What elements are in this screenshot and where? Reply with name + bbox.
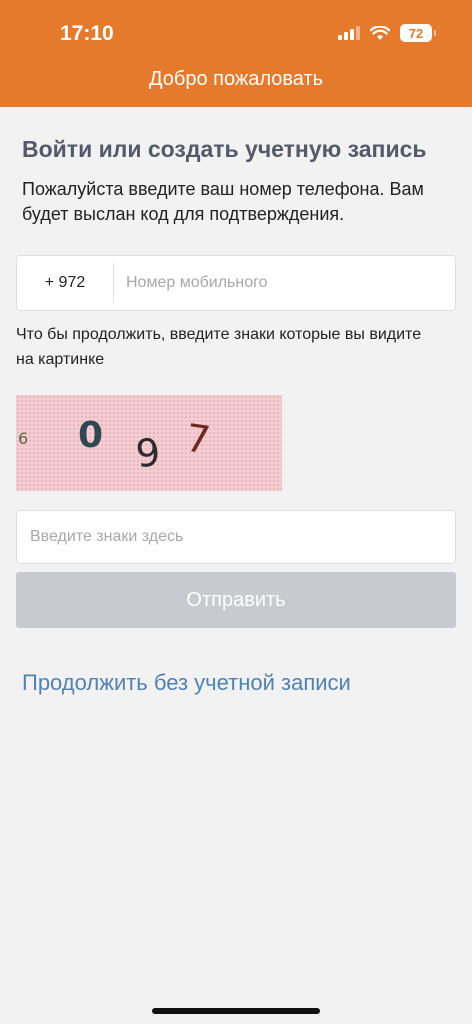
- battery-icon: 72: [400, 24, 436, 42]
- signal-icon: [338, 26, 360, 40]
- login-subtitle: Пожалуйста введите ваш номер телефона. В…: [22, 179, 424, 224]
- captcha-input[interactable]: [30, 528, 430, 546]
- phone-number-input[interactable]: [126, 274, 455, 292]
- phone-field: + 972: [16, 255, 456, 311]
- continue-without-account-link[interactable]: Продолжить без учетной записи: [22, 670, 351, 696]
- captcha-image: 6 0 9 7: [16, 395, 282, 491]
- field-divider: [113, 263, 114, 303]
- submit-button[interactable]: Отправить: [16, 572, 456, 628]
- captcha-char: 9: [133, 429, 163, 477]
- captcha-char: 0: [78, 415, 104, 456]
- captcha-field: [16, 510, 456, 564]
- status-time: 17:10: [60, 22, 114, 45]
- wifi-icon: [370, 25, 390, 40]
- captcha-hint: Что бы продолжить, введите знаки которые…: [16, 326, 422, 368]
- captcha-char: 7: [183, 415, 214, 463]
- country-code-selector[interactable]: + 972: [17, 274, 113, 292]
- login-heading: Войти или создать учетную запись: [22, 136, 427, 162]
- home-indicator: [152, 1008, 320, 1014]
- app-header: 17:10 72 Добро пожаловать: [0, 0, 472, 107]
- header-title: Добро пожаловать: [148, 68, 324, 90]
- status-icons: 72: [338, 24, 436, 42]
- captcha-char: 6: [18, 429, 29, 448]
